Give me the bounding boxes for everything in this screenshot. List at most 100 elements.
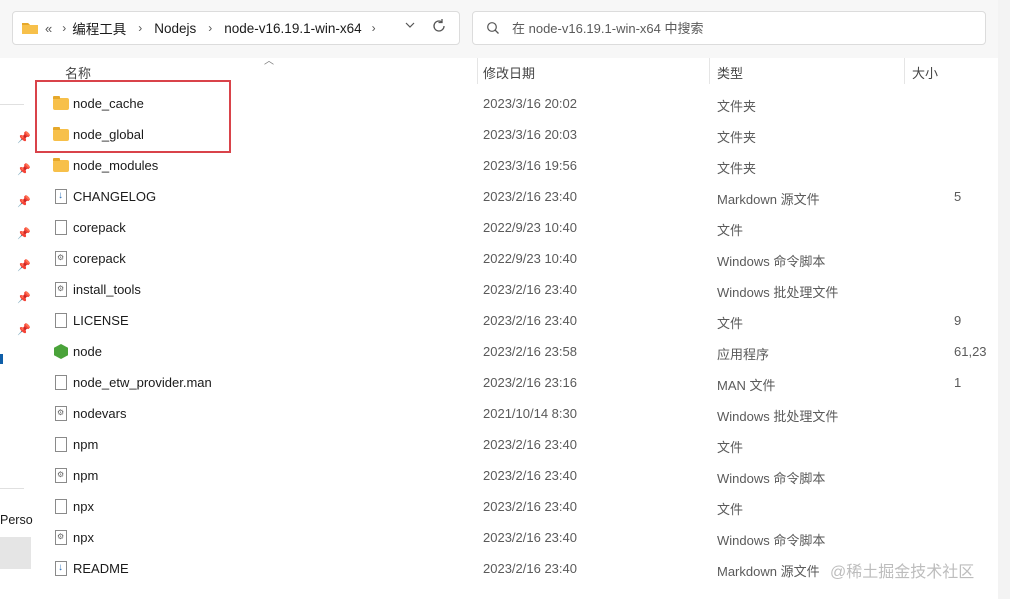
file-type: Markdown 源文件 — [717, 192, 820, 207]
pin-icon[interactable]: 📌 — [17, 163, 31, 176]
chevron-right-icon: › — [208, 21, 213, 35]
nav-item-personal[interactable]: Perso — [0, 513, 33, 527]
markdown-file-icon — [53, 561, 69, 577]
script-file-icon — [53, 406, 69, 422]
chevron-right-icon: › — [62, 21, 67, 35]
script-file-icon — [53, 282, 69, 298]
highlight-annotation — [35, 80, 231, 153]
file-date: 2022/9/23 10:40 — [483, 220, 577, 235]
file-date: 2023/2/16 23:58 — [483, 344, 577, 359]
pin-icon[interactable]: 📌 — [17, 131, 31, 144]
file-type: Windows 批处理文件 — [717, 285, 839, 300]
file-date: 2023/2/16 23:40 — [483, 189, 577, 204]
file-name: node_etw_provider.man — [73, 375, 212, 390]
column-header-date[interactable]: 修改日期 — [483, 63, 535, 82]
pin-icon[interactable]: 📌 — [17, 195, 31, 208]
folder-icon — [21, 21, 39, 35]
file-icon — [53, 437, 69, 453]
markdown-file-icon — [53, 189, 69, 205]
file-type: Markdown 源文件 — [717, 564, 820, 579]
pin-icon[interactable]: 📌 — [17, 323, 31, 336]
file-date: 2021/10/14 8:30 — [483, 406, 577, 421]
divider — [0, 104, 24, 105]
search-box[interactable] — [472, 11, 986, 45]
file-size: 61,23 — [954, 344, 987, 359]
file-date: 2023/3/16 20:03 — [483, 127, 577, 142]
file-row[interactable]: corepack 2022/9/23 10:40 Windows 命令脚本 — [34, 243, 1000, 274]
file-date: 2023/2/16 23:40 — [483, 561, 577, 576]
file-name: nodevars — [73, 406, 127, 421]
file-row[interactable]: npx 2023/2/16 23:40 Windows 命令脚本 — [34, 522, 1000, 553]
pin-icon[interactable]: 📌 — [17, 227, 31, 240]
file-type: Windows 命令脚本 — [717, 471, 826, 486]
file-icon — [53, 375, 69, 391]
file-type: Windows 批处理文件 — [717, 409, 839, 424]
file-row[interactable]: LICENSE 2023/2/16 23:40 文件 9 — [34, 305, 1000, 336]
file-date: 2023/2/16 23:40 — [483, 468, 577, 483]
file-row[interactable]: node 2023/2/16 23:58 应用程序 61,23 — [34, 336, 1000, 367]
nav-item-selected[interactable] — [0, 537, 31, 569]
breadcrumb-item[interactable]: node-v16.19.1-win-x64 — [224, 21, 361, 36]
script-file-icon — [53, 251, 69, 267]
file-row[interactable]: npm 2023/2/16 23:40 Windows 命令脚本 — [34, 460, 1000, 491]
vertical-scrollbar[interactable] — [998, 0, 1010, 599]
search-input[interactable] — [512, 20, 952, 36]
file-row[interactable]: npm 2023/2/16 23:40 文件 — [34, 429, 1000, 460]
file-date: 2023/2/16 23:16 — [483, 375, 577, 390]
file-type: 文件 — [717, 223, 744, 238]
navigation-pane: 📌 📌 📌 📌 📌 📌 📌 Perso — [0, 58, 34, 599]
file-type: 文件 — [717, 502, 744, 517]
file-type: Windows 命令脚本 — [717, 533, 826, 548]
toolbar: « › 编程工具 › Nodejs › node-v16.19.1-win-x6… — [0, 0, 1010, 58]
file-type: 文件夹 — [717, 99, 757, 114]
breadcrumb-overflow-button[interactable]: « — [45, 21, 52, 36]
search-icon — [486, 21, 500, 35]
file-row[interactable]: install_tools 2023/2/16 23:40 Windows 批处理文… — [34, 274, 1000, 305]
chevron-right-icon[interactable]: › — [372, 21, 376, 35]
file-name: README — [73, 561, 129, 576]
file-date: 2023/2/16 23:40 — [483, 530, 577, 545]
column-divider[interactable] — [904, 58, 905, 84]
file-icon — [53, 499, 69, 515]
file-row[interactable]: node_etw_provider.man 2023/2/16 23:16 MAN … — [34, 367, 1000, 398]
file-size: 1 — [954, 375, 962, 390]
file-row[interactable]: CHANGELOG 2023/2/16 23:40 Markdown 源文件 5 — [34, 181, 1000, 212]
file-name: LICENSE — [73, 313, 129, 328]
pin-icon[interactable]: 📌 — [17, 291, 31, 304]
address-bar[interactable]: « › 编程工具 › Nodejs › node-v16.19.1-win-x6… — [12, 11, 460, 45]
sort-ascending-icon: ︿ — [264, 56, 274, 67]
file-name: corepack — [73, 251, 126, 266]
breadcrumb-item[interactable]: 编程工具 — [72, 18, 126, 38]
column-header-type[interactable]: 类型 — [717, 63, 743, 82]
file-size: 5 — [954, 189, 962, 204]
file-row[interactable]: corepack 2022/9/23 10:40 文件 — [34, 212, 1000, 243]
file-row[interactable]: npx 2023/2/16 23:40 文件 — [34, 491, 1000, 522]
file-row[interactable]: node_modules 2023/3/16 19:56 文件夹 — [34, 150, 1000, 181]
file-name: npx — [73, 530, 94, 545]
selection-marker — [0, 354, 3, 364]
refresh-icon[interactable] — [431, 18, 447, 39]
column-divider[interactable] — [477, 58, 478, 84]
column-divider[interactable] — [709, 58, 710, 84]
file-name: install_tools — [73, 282, 141, 297]
chevron-right-icon: › — [138, 21, 143, 35]
file-type: 文件夹 — [717, 161, 757, 176]
file-name: CHANGELOG — [73, 189, 157, 204]
script-file-icon — [53, 530, 69, 546]
file-name: corepack — [73, 220, 126, 235]
file-date: 2023/2/16 23:40 — [483, 499, 577, 514]
breadcrumb-item[interactable]: Nodejs — [154, 21, 196, 36]
file-size: 9 — [954, 313, 962, 328]
file-name: npx — [73, 499, 94, 514]
file-row[interactable]: nodevars 2021/10/14 8:30 Windows 批处理文件 — [34, 398, 1000, 429]
file-type: 应用程序 — [717, 347, 770, 362]
file-type: Windows 命令脚本 — [717, 254, 826, 269]
pin-icon[interactable]: 📌 — [17, 259, 31, 272]
chevron-down-icon[interactable] — [405, 20, 415, 33]
divider — [0, 488, 24, 489]
file-type: 文件 — [717, 440, 744, 455]
column-header-size[interactable]: 大小 — [912, 63, 938, 82]
watermark: @稀土掘金技术社区 — [830, 564, 975, 581]
file-date: 2023/3/16 19:56 — [483, 158, 577, 173]
file-date: 2023/3/16 20:02 — [483, 96, 577, 111]
